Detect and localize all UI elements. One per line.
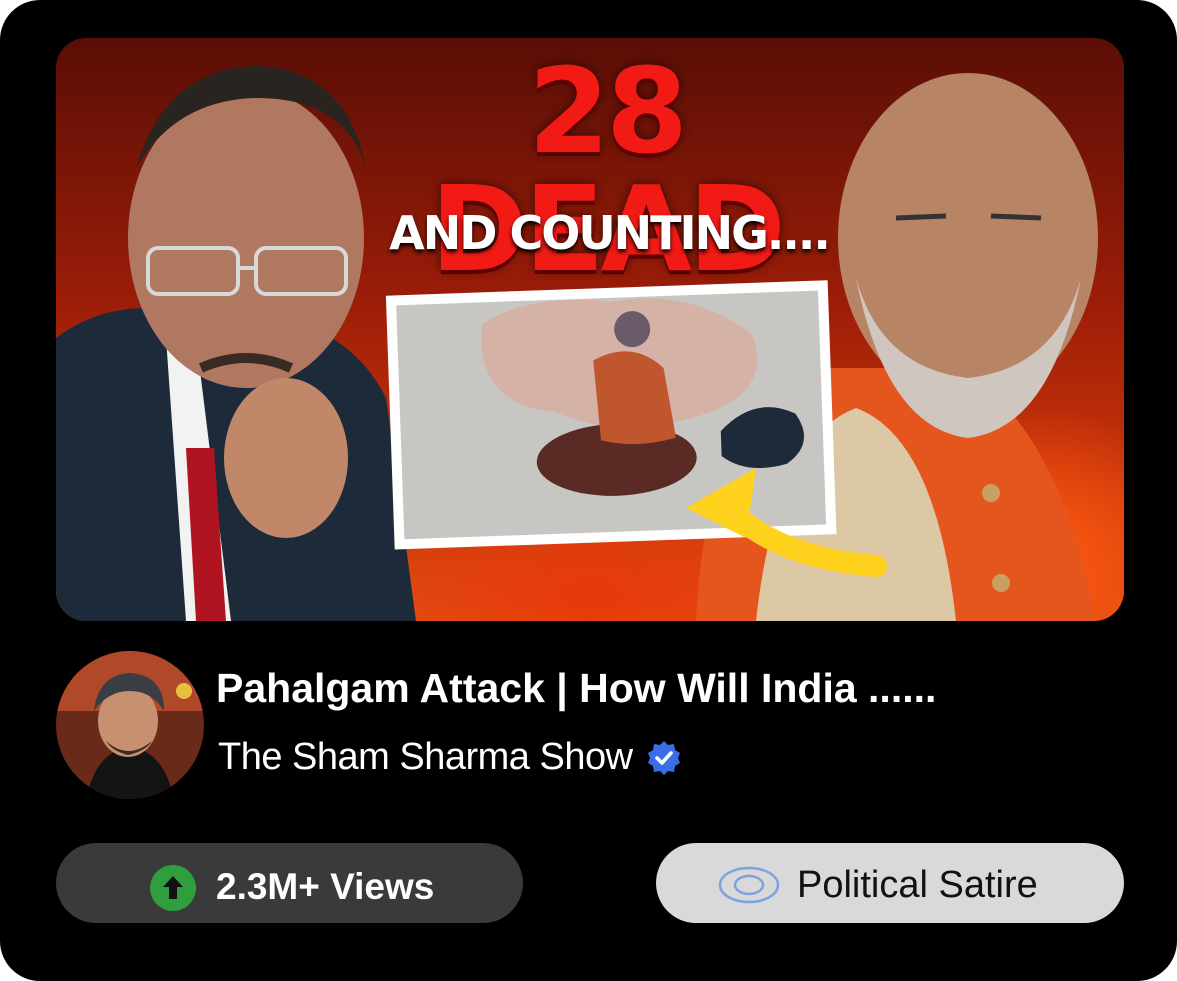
verified-badge-icon — [645, 739, 683, 777]
arrow-up-circle-icon — [150, 865, 196, 911]
thumbnail-subheadline: AND COUNTING.... — [389, 206, 831, 260]
eye-icon — [718, 865, 780, 905]
channel-name[interactable]: The Sham Sharma Show — [218, 736, 633, 779]
channel-row: The Sham Sharma Show — [218, 736, 683, 779]
channel-avatar[interactable] — [56, 651, 204, 799]
video-title[interactable]: Pahalgam Attack | How Will India ...... — [216, 665, 1116, 712]
avatar-image — [56, 651, 204, 799]
video-card[interactable]: 28 DEAD AND COUNTING.... Pahalgam Attack… — [0, 0, 1177, 981]
video-thumbnail[interactable]: 28 DEAD AND COUNTING.... — [56, 38, 1124, 621]
inset-photo — [385, 280, 837, 550]
left-person-figure — [56, 66, 416, 621]
category-label: Political Satire — [797, 864, 1038, 906]
views-count: 2.3M+ Views — [216, 866, 435, 907]
